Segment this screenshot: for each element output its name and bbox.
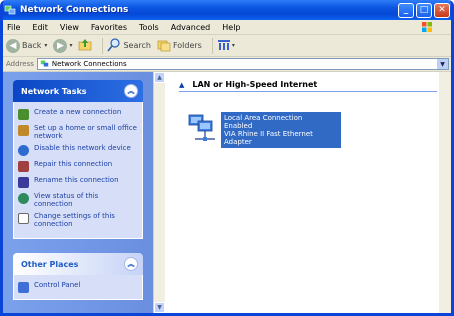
place-label: Control Panel [34,281,81,289]
group-header: ▲ LAN or High-Speed Internet [179,80,437,92]
minimize-icon: _ [403,5,409,15]
maximize-button[interactable]: □ [416,2,432,18]
close-icon: ✕ [438,5,446,15]
toolbar-separator [211,37,213,54]
folders-icon [157,38,171,54]
task-disable-device[interactable]: Disable this network device [18,144,138,156]
forward-button[interactable]: ▶ ▾ [53,38,73,53]
menu-favorites[interactable]: Favorites [91,23,127,32]
chevron-down-icon: ▾ [69,42,73,49]
up-folder-icon [78,38,92,54]
menu-edit[interactable]: Edit [32,23,48,32]
arrow-down-icon: ▼ [157,304,162,311]
menu-view[interactable]: View [60,23,79,32]
task-change-settings[interactable]: Change settings of this connection [18,212,138,228]
collapse-chevron-icon[interactable]: ︽ [124,84,138,98]
network-tasks-header[interactable]: Network Tasks ︽ [13,80,143,102]
network-tasks-list: Create a new connection Set up a home or… [13,102,143,239]
scroll-down-button[interactable]: ▼ [154,302,165,313]
network-connections-icon [4,4,16,16]
back-arrow-icon: ◀ [6,38,20,53]
task-label: View status of this connection [34,192,99,208]
task-home-network[interactable]: Set up a home or small office network [18,124,138,140]
back-button[interactable]: ◀ Back ▾ [6,38,48,53]
disable-device-icon [18,145,29,156]
task-pane: Network Tasks ︽ Create a new connection … [3,72,153,313]
connection-device: VIA Rhine II Fast Ethernet Adapter [224,130,313,146]
menu-file[interactable]: File [7,23,20,32]
collapse-chevron-icon[interactable]: ︽ [124,257,138,271]
task-label: Disable this network device [34,144,131,152]
chevron-down-icon: ▾ [231,42,235,49]
maximize-icon: □ [419,5,429,15]
forward-arrow-icon: ▶ [53,38,68,53]
group-title: LAN or High-Speed Internet [192,80,318,89]
address-input[interactable]: Network Connections ▼ [36,58,449,70]
menu-tools[interactable]: Tools [139,23,159,32]
network-connections-icon [40,59,49,70]
menu-bar: File Edit View Favorites Tools Advanced … [3,20,451,35]
task-label: Set up a home or small office network [34,124,137,140]
task-rename[interactable]: Rename this connection [18,176,138,188]
address-dropdown-button[interactable]: ▼ [437,59,448,69]
task-label: Create a new connection [34,108,122,116]
task-create-connection[interactable]: Create a new connection [18,108,138,120]
rename-icon [18,177,29,188]
content-area: Network Tasks ︽ Create a new connection … [3,72,451,313]
home-network-icon [18,125,29,136]
connection-item[interactable]: Local Area Connection Enabled VIA Rhine … [187,112,341,148]
task-label: Rename this connection [34,176,119,184]
address-bar: Address Network Connections ▼ [3,57,451,72]
window-title: Network Connections [20,5,129,15]
place-control-panel[interactable]: Control Panel [18,281,138,293]
title-bar[interactable]: Network Connections _ □ ✕ [3,0,451,20]
up-folder-button[interactable] [78,38,92,54]
panel-spacer [13,239,143,253]
folders-label: Folders [172,41,202,50]
control-panel-icon [18,282,29,293]
connection-name: Local Area Connection [224,114,303,122]
views-button[interactable]: ▾ [217,38,235,54]
minimize-button[interactable]: _ [398,2,414,18]
connection-status: Enabled [224,122,253,130]
settings-icon [18,213,29,224]
window: Network Connections _ □ ✕ File Edit View… [0,0,454,316]
task-label: Change settings of this connection [34,212,115,228]
repair-icon [18,161,29,172]
connections-view: ▲ LAN or High-Speed Internet Local Area … [165,72,451,313]
menu-advanced[interactable]: Advanced [171,23,211,32]
toolbar: ◀ Back ▾ ▶ ▾ Search Folders ▾ [3,35,451,57]
folders-button[interactable]: Folders [157,38,202,54]
search-button[interactable]: Search [107,37,151,54]
lan-connection-icon [187,112,217,144]
scroll-up-button[interactable]: ▲ [154,72,165,83]
toolbar-separator [102,37,104,54]
task-label: Repair this connection [34,160,113,168]
address-label: Address [6,60,34,68]
new-connection-icon [18,109,29,120]
other-places-list: Control Panel [13,275,143,300]
address-value: Network Connections [51,60,127,68]
menu-help[interactable]: Help [222,23,240,32]
arrow-up-icon: ▲ [157,74,162,81]
search-icon [107,37,121,54]
back-label: Back [22,41,42,50]
view-scrollbar[interactable] [439,72,451,313]
status-icon [18,193,29,204]
search-label: Search [123,41,151,50]
chevron-down-icon: ▾ [44,42,48,49]
connection-label: Local Area Connection Enabled VIA Rhine … [221,112,341,148]
close-button[interactable]: ✕ [434,2,450,18]
network-tasks-title: Network Tasks [21,86,87,96]
other-places-title: Other Places [21,259,79,269]
windows-logo-icon [421,21,433,33]
views-icon [217,38,231,54]
task-view-status[interactable]: View status of this connection [18,192,138,208]
task-repair[interactable]: Repair this connection [18,160,138,172]
other-places-header[interactable]: Other Places ︽ [13,253,143,275]
task-pane-scrollbar[interactable]: ▲ ▼ [153,72,165,313]
chevron-up-icon: ▲ [179,80,185,89]
chevron-down-icon: ▼ [440,60,445,68]
